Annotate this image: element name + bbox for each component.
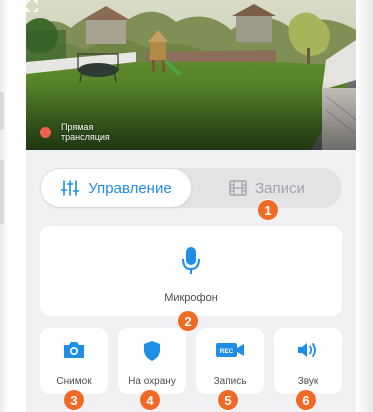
microphone-label: Микрофон xyxy=(164,292,218,304)
live-video[interactable]: Прямая трансляция xyxy=(26,0,356,150)
phone-side-button xyxy=(0,160,4,224)
callout-badge: 3 xyxy=(64,390,84,410)
microphone-icon xyxy=(182,247,200,274)
rec-icon-text: REC xyxy=(220,348,234,355)
callout-badge: 4 xyxy=(140,390,160,410)
live-label: Прямая трансляция xyxy=(61,122,110,142)
view-switch: Управление Записи xyxy=(40,168,342,208)
phone-frame: Прямая трансляция Управление Записи Микр… xyxy=(0,0,373,412)
record-button[interactable]: REC Запись xyxy=(196,328,264,394)
rec-icon: REC xyxy=(196,340,264,360)
film-icon xyxy=(229,179,247,197)
sliders-icon xyxy=(60,179,80,197)
live-dot-icon xyxy=(40,126,51,138)
snapshot-button[interactable]: Снимок xyxy=(40,328,108,394)
sound-label: Звук xyxy=(297,376,319,387)
tab-control[interactable]: Управление xyxy=(41,169,191,207)
tab-records-label: Записи xyxy=(255,179,305,197)
speaker-icon xyxy=(274,340,342,360)
live-indicator: Прямая трансляция xyxy=(40,122,131,142)
camera-icon xyxy=(40,340,108,360)
sound-button[interactable]: Звук xyxy=(274,328,342,394)
phone-side-button xyxy=(0,92,4,130)
microphone-button[interactable]: Микрофон xyxy=(40,226,342,316)
app-screen: Прямая трансляция Управление Записи Микр… xyxy=(26,0,356,412)
arm-label: На охрану xyxy=(128,376,176,387)
snapshot-label: Снимок xyxy=(56,376,92,387)
callout-badge: 6 xyxy=(296,390,316,410)
record-label: Запись xyxy=(213,376,247,387)
shield-icon xyxy=(118,340,186,362)
callout-badge: 2 xyxy=(178,311,198,331)
callout-badge: 5 xyxy=(218,390,238,410)
fullscreen-icon[interactable] xyxy=(26,0,38,12)
tab-control-label: Управление xyxy=(88,179,172,197)
callout-badge: 1 xyxy=(258,200,278,220)
phone-right-edge xyxy=(357,0,373,412)
phone-left-edge xyxy=(0,0,8,412)
arm-button[interactable]: На охрану xyxy=(118,328,186,394)
